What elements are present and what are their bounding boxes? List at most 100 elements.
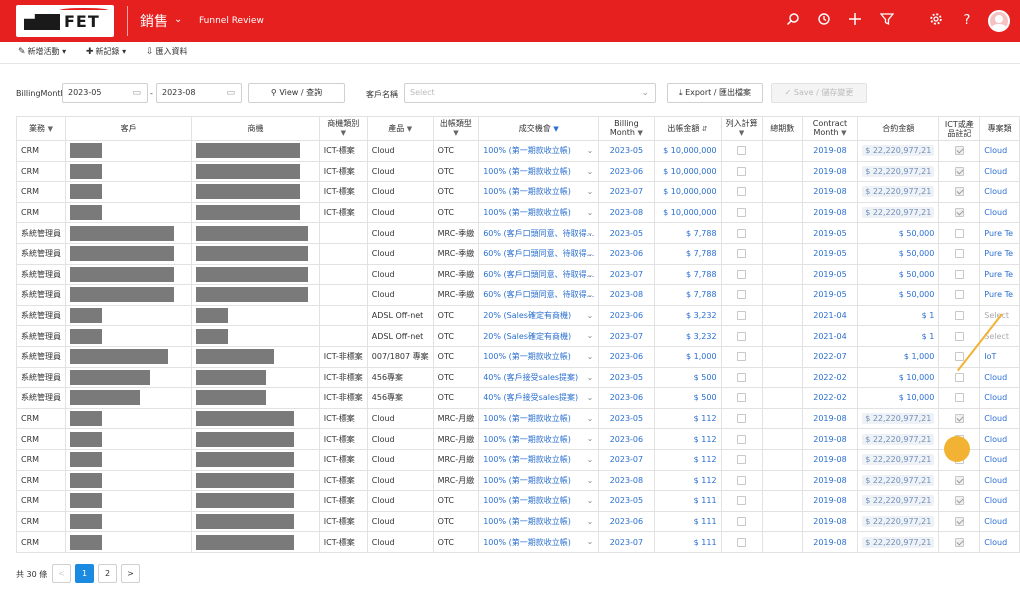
include-checkbox[interactable] bbox=[737, 269, 747, 279]
table-row[interactable]: 系統管理員 Cloud MRC-季繳 60% (客戶口頭同意、待取得... ⌄ 2023-… bbox=[16, 222, 1020, 244]
cell-ict-checkbox[interactable] bbox=[938, 510, 981, 533]
cell-ict-checkbox[interactable] bbox=[938, 407, 981, 430]
cell-contract-month[interactable]: 2019-08 bbox=[801, 531, 859, 553]
include-checkbox[interactable] bbox=[737, 516, 747, 526]
include-checkbox[interactable] bbox=[737, 311, 747, 321]
ict-checkbox[interactable] bbox=[954, 537, 964, 547]
cell-include-checkbox[interactable] bbox=[720, 201, 763, 224]
cell-billing-amount[interactable]: $ 10,000,000 bbox=[653, 140, 722, 162]
cell-ict-checkbox[interactable] bbox=[938, 387, 981, 409]
cell-billing-month[interactable]: 2023-06 bbox=[598, 242, 655, 265]
cell-deal-chance-dropdown[interactable]: 100% (第一期款收立帳) ⌄ bbox=[478, 407, 600, 430]
import-data-button[interactable]: ⇩ 匯入資料 bbox=[146, 46, 188, 57]
ict-checkbox[interactable] bbox=[954, 146, 964, 156]
col-header-periods[interactable]: 總期數 bbox=[761, 116, 803, 141]
col-header-billing-amount[interactable]: 出帳金額 ⇵ bbox=[653, 116, 722, 141]
cell-deal-chance-dropdown[interactable]: 100% (第一期款收立帳) ⌄ bbox=[478, 201, 600, 224]
cell-deal-chance-dropdown[interactable]: 100% (第一期款收立帳) ⌄ bbox=[478, 469, 600, 492]
cell-include-checkbox[interactable] bbox=[720, 510, 763, 533]
cell-contract-month[interactable]: 2019-08 bbox=[801, 469, 859, 492]
cell-project-type[interactable]: Cloud bbox=[979, 510, 1020, 533]
search-icon[interactable] bbox=[784, 12, 802, 30]
cell-project-type[interactable]: Pure Te bbox=[979, 284, 1020, 306]
cell-project-type[interactable]: Cloud bbox=[979, 160, 1020, 183]
table-row[interactable]: 系統管理員 ICT-非標案 007/1807 專案 OTC 100% (第一期款收立帳)… bbox=[16, 345, 1020, 368]
include-checkbox[interactable] bbox=[737, 187, 747, 197]
col-header-opp-category[interactable]: 商機類別 ▼ bbox=[318, 116, 368, 141]
cell-billing-amount[interactable]: $ 112 bbox=[653, 407, 722, 430]
cell-billing-amount[interactable]: $ 111 bbox=[653, 531, 722, 553]
include-checkbox[interactable] bbox=[737, 290, 747, 300]
cell-contract-month[interactable]: 2019-08 bbox=[801, 160, 859, 183]
table-row[interactable]: CRM ICT-標案 Cloud MRC-月繳 100% (第一期款收立帳) ⌄ 2023-… bbox=[16, 448, 1020, 471]
cell-include-checkbox[interactable] bbox=[720, 325, 763, 347]
cell-include-checkbox[interactable] bbox=[720, 284, 763, 306]
filter-icon[interactable] bbox=[878, 12, 896, 30]
ict-checkbox[interactable] bbox=[954, 414, 964, 424]
cell-project-type[interactable]: Cloud bbox=[979, 181, 1020, 203]
billing-month-from[interactable]: 2023-05 ▭ bbox=[62, 83, 148, 103]
ict-checkbox[interactable] bbox=[954, 166, 964, 176]
cell-project-type[interactable]: Cloud bbox=[979, 428, 1020, 450]
col-header-customer[interactable]: 客戶 bbox=[64, 116, 193, 141]
table-row[interactable]: 系統管理員 ADSL Off-net OTC 20% (Sales確定有商機) ⌄ 202… bbox=[16, 304, 1020, 327]
filter-icon[interactable]: ▼ bbox=[739, 129, 744, 137]
cell-ict-checkbox[interactable] bbox=[938, 222, 981, 244]
include-checkbox[interactable] bbox=[737, 414, 747, 424]
cell-contract-month[interactable]: 2019-08 bbox=[801, 510, 859, 533]
cell-billing-month[interactable]: 2023-08 bbox=[598, 284, 655, 306]
cell-deal-chance-dropdown[interactable]: 20% (Sales確定有商機) ⌄ bbox=[478, 304, 600, 327]
cell-ict-checkbox[interactable] bbox=[938, 325, 981, 347]
cell-deal-chance-dropdown[interactable]: 60% (客戶口頭同意、待取得... ⌄ bbox=[478, 242, 600, 265]
table-row[interactable]: CRM ICT-標案 Cloud MRC-月繳 100% (第一期款收立帳) ⌄ 2023-… bbox=[16, 407, 1020, 430]
cell-billing-month[interactable]: 2023-06 bbox=[598, 387, 655, 409]
chevron-down-icon[interactable]: ⌄ bbox=[174, 14, 182, 25]
col-header-deal-chance[interactable]: 成交機會 ▼ bbox=[478, 116, 600, 141]
cell-billing-month[interactable]: 2023-06 bbox=[598, 304, 655, 327]
table-row[interactable]: 系統管理員 ICT-非標案 456專案 OTC 40% (客戶接受sales提案) ⌄ 20… bbox=[16, 366, 1020, 389]
cell-billing-amount[interactable]: $ 7,788 bbox=[653, 242, 722, 265]
col-header-billing-month[interactable]: Billing Month ▼ bbox=[598, 116, 655, 141]
cell-include-checkbox[interactable] bbox=[720, 160, 763, 183]
app-title[interactable]: 銷售 bbox=[140, 11, 168, 31]
include-checkbox[interactable] bbox=[737, 228, 747, 238]
cell-contract-month[interactable]: 2022-07 bbox=[801, 345, 859, 368]
sort-icon[interactable]: ⇵ bbox=[702, 125, 708, 133]
new-activity-button[interactable]: ✎ 新增活動 ▾ bbox=[18, 46, 66, 57]
include-checkbox[interactable] bbox=[737, 475, 747, 485]
filter-icon[interactable]: ▼ bbox=[407, 125, 412, 133]
ict-checkbox[interactable] bbox=[954, 331, 964, 341]
cell-project-type[interactable]: Cloud bbox=[979, 490, 1020, 512]
cell-contract-month[interactable]: 2019-08 bbox=[801, 448, 859, 471]
cell-project-type[interactable]: Pure Te bbox=[979, 222, 1020, 244]
cell-billing-amount[interactable]: $ 7,788 bbox=[653, 222, 722, 244]
cell-contract-month[interactable]: 2019-08 bbox=[801, 181, 859, 203]
include-checkbox[interactable] bbox=[737, 393, 747, 403]
cell-deal-chance-dropdown[interactable]: 40% (客戶接受sales提案) ⌄ bbox=[478, 366, 600, 389]
cell-deal-chance-dropdown[interactable]: 40% (客戶接受sales提案) ⌄ bbox=[478, 387, 600, 409]
include-checkbox[interactable] bbox=[737, 434, 747, 444]
include-checkbox[interactable] bbox=[737, 372, 747, 382]
cell-billing-month[interactable]: 2023-07 bbox=[598, 531, 655, 553]
cell-project-type[interactable]: Cloud bbox=[979, 387, 1020, 409]
cell-billing-amount[interactable]: $ 7,788 bbox=[653, 263, 722, 286]
cell-deal-chance-dropdown[interactable]: 20% (Sales確定有商機) ⌄ bbox=[478, 325, 600, 347]
cell-contract-month[interactable]: 2019-08 bbox=[801, 140, 859, 162]
next-page-button[interactable]: > bbox=[121, 564, 140, 583]
table-row[interactable]: CRM ICT-標案 Cloud OTC 100% (第一期款收立帳) ⌄ 2023-07 $… bbox=[16, 181, 1020, 203]
cell-ict-checkbox[interactable] bbox=[938, 284, 981, 306]
cell-billing-month[interactable]: 2023-07 bbox=[598, 181, 655, 203]
cell-project-type[interactable]: Pure Te bbox=[979, 242, 1020, 265]
cell-ict-checkbox[interactable] bbox=[938, 242, 981, 265]
col-header-ict-note[interactable]: ICT或產品註記 bbox=[938, 116, 981, 141]
cell-billing-month[interactable]: 2023-08 bbox=[598, 469, 655, 492]
avatar[interactable] bbox=[988, 10, 1010, 32]
cell-include-checkbox[interactable] bbox=[720, 242, 763, 265]
table-row[interactable]: CRM ICT-標案 Cloud OTC 100% (第一期款收立帳) ⌄ 2023-06 $… bbox=[16, 510, 1020, 533]
table-row[interactable]: CRM ICT-標案 Cloud OTC 100% (第一期款收立帳) ⌄ 2023-07 $… bbox=[16, 531, 1020, 553]
cell-billing-month[interactable]: 2023-06 bbox=[598, 428, 655, 450]
cell-contract-month[interactable]: 2022-02 bbox=[801, 366, 859, 389]
cell-project-type[interactable]: IoT bbox=[979, 345, 1020, 368]
cell-contract-month[interactable]: 2019-05 bbox=[801, 242, 859, 265]
cell-contract-month[interactable]: 2021-04 bbox=[801, 325, 859, 347]
